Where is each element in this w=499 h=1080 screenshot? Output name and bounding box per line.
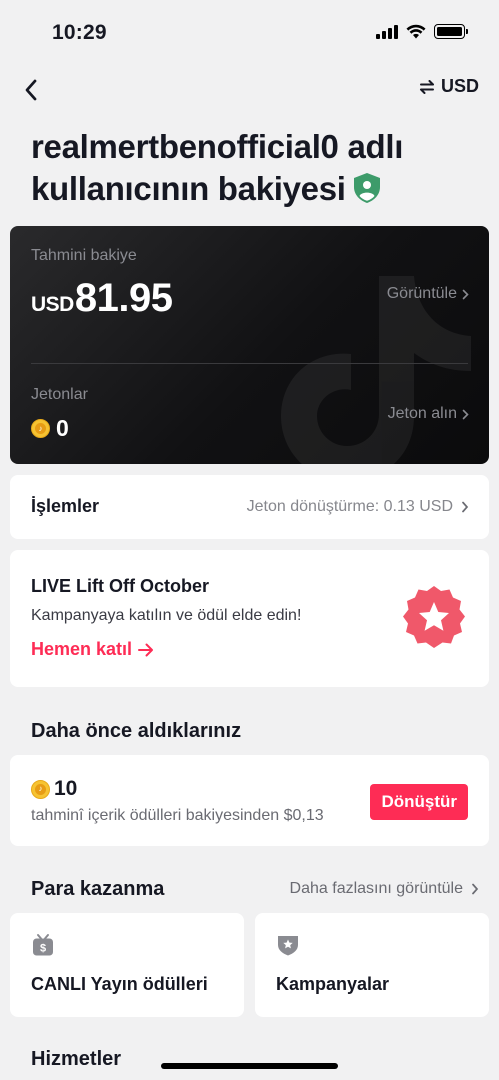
nav-bar: USD — [0, 70, 499, 110]
view-balance-link[interactable]: Görüntüle — [387, 285, 469, 303]
live-rewards-tile[interactable]: $ CANLI Yayın ödülleri — [10, 913, 244, 1017]
coins-amount: ♪ 0 — [31, 415, 69, 442]
transactions-title: İşlemler — [31, 496, 100, 516]
join-now-link[interactable]: Hemen katıl — [31, 639, 154, 660]
balance-currency: USD — [31, 293, 74, 316]
see-more-link[interactable]: Daha fazlasını görüntüle — [290, 880, 479, 898]
cellular-signal-icon — [376, 24, 398, 39]
campaigns-tile[interactable]: Kampanyalar — [255, 913, 489, 1017]
received-description: tahminî içerik ödülleri bakiyesinden $0,… — [31, 807, 324, 824]
arrow-right-icon — [138, 643, 154, 656]
card-divider — [31, 363, 468, 364]
transactions-row[interactable]: İşlemler Jeton dönüştürme: 0.13 USD — [10, 475, 489, 539]
received-coins: ♪ 10 — [31, 777, 77, 801]
get-coins-label: Jeton alın — [387, 405, 457, 422]
chevron-right-icon — [462, 289, 469, 299]
monetization-title: Para kazanma — [31, 878, 165, 900]
balance-card: Tahmini bakiye USD 81.95 Görüntüle Jeton… — [10, 226, 489, 464]
balance-value: 81.95 — [74, 276, 173, 320]
battery-icon — [434, 24, 468, 39]
previously-received-title: Daha önce aldıklarınız — [31, 720, 242, 742]
back-button[interactable] — [16, 74, 46, 106]
campaign-badge-icon — [278, 936, 298, 956]
promo-title: LIVE Lift Off October — [31, 576, 209, 596]
view-balance-label: Görüntüle — [386, 285, 457, 302]
page-title: realmertbenofficial0 adlı kullanıcının b… — [31, 126, 471, 210]
see-more-label: Daha fazlasını görüntüle — [289, 880, 463, 897]
coins-value: 0 — [56, 415, 69, 441]
chevron-right-icon — [462, 501, 469, 513]
campaigns-label: Kampanyalar — [276, 974, 390, 994]
star-badge-icon — [403, 586, 465, 648]
status-icons — [376, 24, 468, 39]
previously-received-card: ♪ 10 tahminî içerik ödülleri bakiyesinde… — [10, 755, 489, 846]
svg-text:$: $ — [40, 943, 46, 955]
page-title-text: realmertbenofficial0 adlı kullanıcının b… — [31, 128, 404, 207]
live-gift-icon: $ — [33, 934, 53, 956]
estimated-balance-amount: USD 81.95 — [31, 276, 173, 321]
currency-switch-button[interactable]: USD — [419, 76, 479, 97]
coin-icon: ♪ — [31, 419, 50, 438]
chevron-left-icon — [25, 79, 37, 101]
services-title: Hizmetler — [31, 1048, 122, 1070]
coin-icon: ♪ — [31, 779, 50, 799]
received-coins-value: 10 — [54, 777, 78, 800]
join-now-label: Hemen katıl — [31, 639, 133, 659]
conversion-rate-text: Jeton dönüştürme: 0.13 USD — [246, 498, 453, 515]
status-bar: 10:29 — [0, 0, 499, 66]
get-coins-link[interactable]: Jeton alın — [388, 405, 469, 423]
swap-arrows-icon — [419, 79, 434, 94]
chevron-right-icon — [472, 883, 479, 895]
coins-label: Jetonlar — [31, 386, 88, 403]
promo-subtitle: Kampanyaya katılın ve ödül elde edin! — [31, 607, 302, 624]
currency-label: USD — [440, 76, 479, 96]
wifi-icon — [406, 24, 426, 39]
home-indicator — [161, 1063, 338, 1069]
live-rewards-label: CANLI Yayın ödülleri — [31, 974, 208, 994]
chevron-right-icon — [462, 409, 469, 419]
estimated-balance-label: Tahmini bakiye — [31, 247, 137, 264]
convert-button[interactable]: Dönüştür — [370, 784, 468, 820]
status-time: 10:29 — [52, 21, 107, 44]
coin-conversion-rate: Jeton dönüştürme: 0.13 USD — [247, 498, 469, 516]
verified-shield-icon — [353, 173, 380, 203]
campaign-promo-card[interactable]: LIVE Lift Off October Kampanyaya katılın… — [10, 550, 489, 687]
